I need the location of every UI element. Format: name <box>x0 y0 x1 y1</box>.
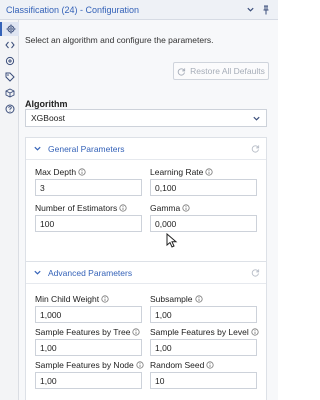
info-icon[interactable] <box>182 204 190 212</box>
mouse-cursor-icon <box>166 233 178 248</box>
tag-icon[interactable] <box>0 70 19 84</box>
advanced-parameters-title: Advanced Parameters <box>48 267 133 278</box>
random-seed-label: Random Seed <box>150 360 214 370</box>
features-by-level-label: Sample Features by Level <box>150 327 259 337</box>
subsample-label: Subsample <box>150 294 203 304</box>
algorithm-selected-value: XGBoost <box>31 113 66 123</box>
restore-icon <box>177 67 186 76</box>
max-depth-input[interactable]: 3 <box>35 179 142 196</box>
gamma-label: Gamma <box>150 203 190 213</box>
restore-all-defaults-button[interactable]: Restore All Defaults <box>173 62 269 80</box>
advanced-parameters-panel: Advanced Parameters Min Child Weight 1,0… <box>25 261 267 400</box>
max-depth-label-text: Max Depth <box>35 167 77 177</box>
general-parameters-panel: General Parameters Max Depth 3 Learning … <box>25 137 267 263</box>
n-estimators-input[interactable]: 100 <box>35 215 142 232</box>
info-icon[interactable] <box>205 168 214 176</box>
features-by-node-input[interactable]: 1,00 <box>35 372 142 389</box>
reset-icon[interactable] <box>250 268 260 278</box>
restore-label: Restore All Defaults <box>190 66 265 76</box>
features-by-level-input[interactable]: 1,00 <box>150 339 257 356</box>
cube-icon[interactable] <box>0 86 19 100</box>
left-toolbar <box>0 20 19 400</box>
info-icon[interactable] <box>136 361 144 369</box>
info-icon[interactable] <box>78 168 86 176</box>
window-header: Classification (24) - Configuration <box>0 0 278 20</box>
advanced-parameters-header[interactable]: Advanced Parameters <box>26 262 266 284</box>
chevron-down-icon[interactable] <box>32 144 42 154</box>
subsample-input[interactable]: 1,00 <box>150 306 257 323</box>
info-icon[interactable] <box>194 295 203 303</box>
features-by-tree-label-text: Sample Features by Tree <box>35 327 131 337</box>
reset-icon[interactable] <box>250 144 260 154</box>
configuration-panel: Select an algorithm and configure the pa… <box>19 20 278 400</box>
info-icon[interactable] <box>251 328 259 336</box>
chevron-down-icon <box>253 116 260 121</box>
learning-rate-label-text: Learning Rate <box>150 167 204 177</box>
chevron-down-icon[interactable] <box>32 268 42 278</box>
info-icon[interactable] <box>101 295 109 303</box>
info-icon[interactable] <box>206 361 214 369</box>
settings-gear-icon[interactable] <box>0 22 19 36</box>
general-parameters-header[interactable]: General Parameters <box>26 138 266 160</box>
learning-rate-input[interactable]: 0,100 <box>150 179 257 196</box>
intro-text: Select an algorithm and configure the pa… <box>25 35 214 45</box>
help-icon[interactable] <box>0 102 19 116</box>
features-by-node-label-text: Sample Features by Node <box>35 360 134 370</box>
random-seed-input[interactable]: 10 <box>150 372 257 389</box>
info-icon[interactable] <box>132 328 141 336</box>
n-estimators-label: Number of Estimators <box>35 203 127 213</box>
gamma-input[interactable]: 0,000 <box>150 215 257 232</box>
min-child-weight-label-text: Min Child Weight <box>35 294 100 304</box>
pin-icon[interactable] <box>260 4 272 16</box>
features-by-node-label: Sample Features by Node <box>35 360 144 370</box>
connection-icon[interactable] <box>0 54 19 68</box>
general-parameters-title: General Parameters <box>48 143 125 154</box>
subsample-label-text: Subsample <box>150 294 193 304</box>
features-by-tree-label: Sample Features by Tree <box>35 327 141 337</box>
algorithm-label: Algorithm <box>25 99 68 109</box>
n-estimators-label-text: Number of Estimators <box>35 203 118 213</box>
min-child-weight-label: Min Child Weight <box>35 294 109 304</box>
code-icon[interactable] <box>0 38 19 52</box>
max-depth-label: Max Depth <box>35 167 86 177</box>
features-by-tree-input[interactable]: 1,00 <box>35 339 142 356</box>
window-title: Classification (24) - Configuration <box>6 4 140 15</box>
min-child-weight-input[interactable]: 1,000 <box>35 306 142 323</box>
gamma-label-text: Gamma <box>150 203 181 213</box>
chevron-down-icon[interactable] <box>244 4 256 16</box>
random-seed-label-text: Random Seed <box>150 360 205 370</box>
learning-rate-label: Learning Rate <box>150 167 214 177</box>
algorithm-select[interactable]: XGBoost <box>25 109 267 127</box>
features-by-level-label-text: Sample Features by Level <box>150 327 249 337</box>
info-icon[interactable] <box>119 204 127 212</box>
